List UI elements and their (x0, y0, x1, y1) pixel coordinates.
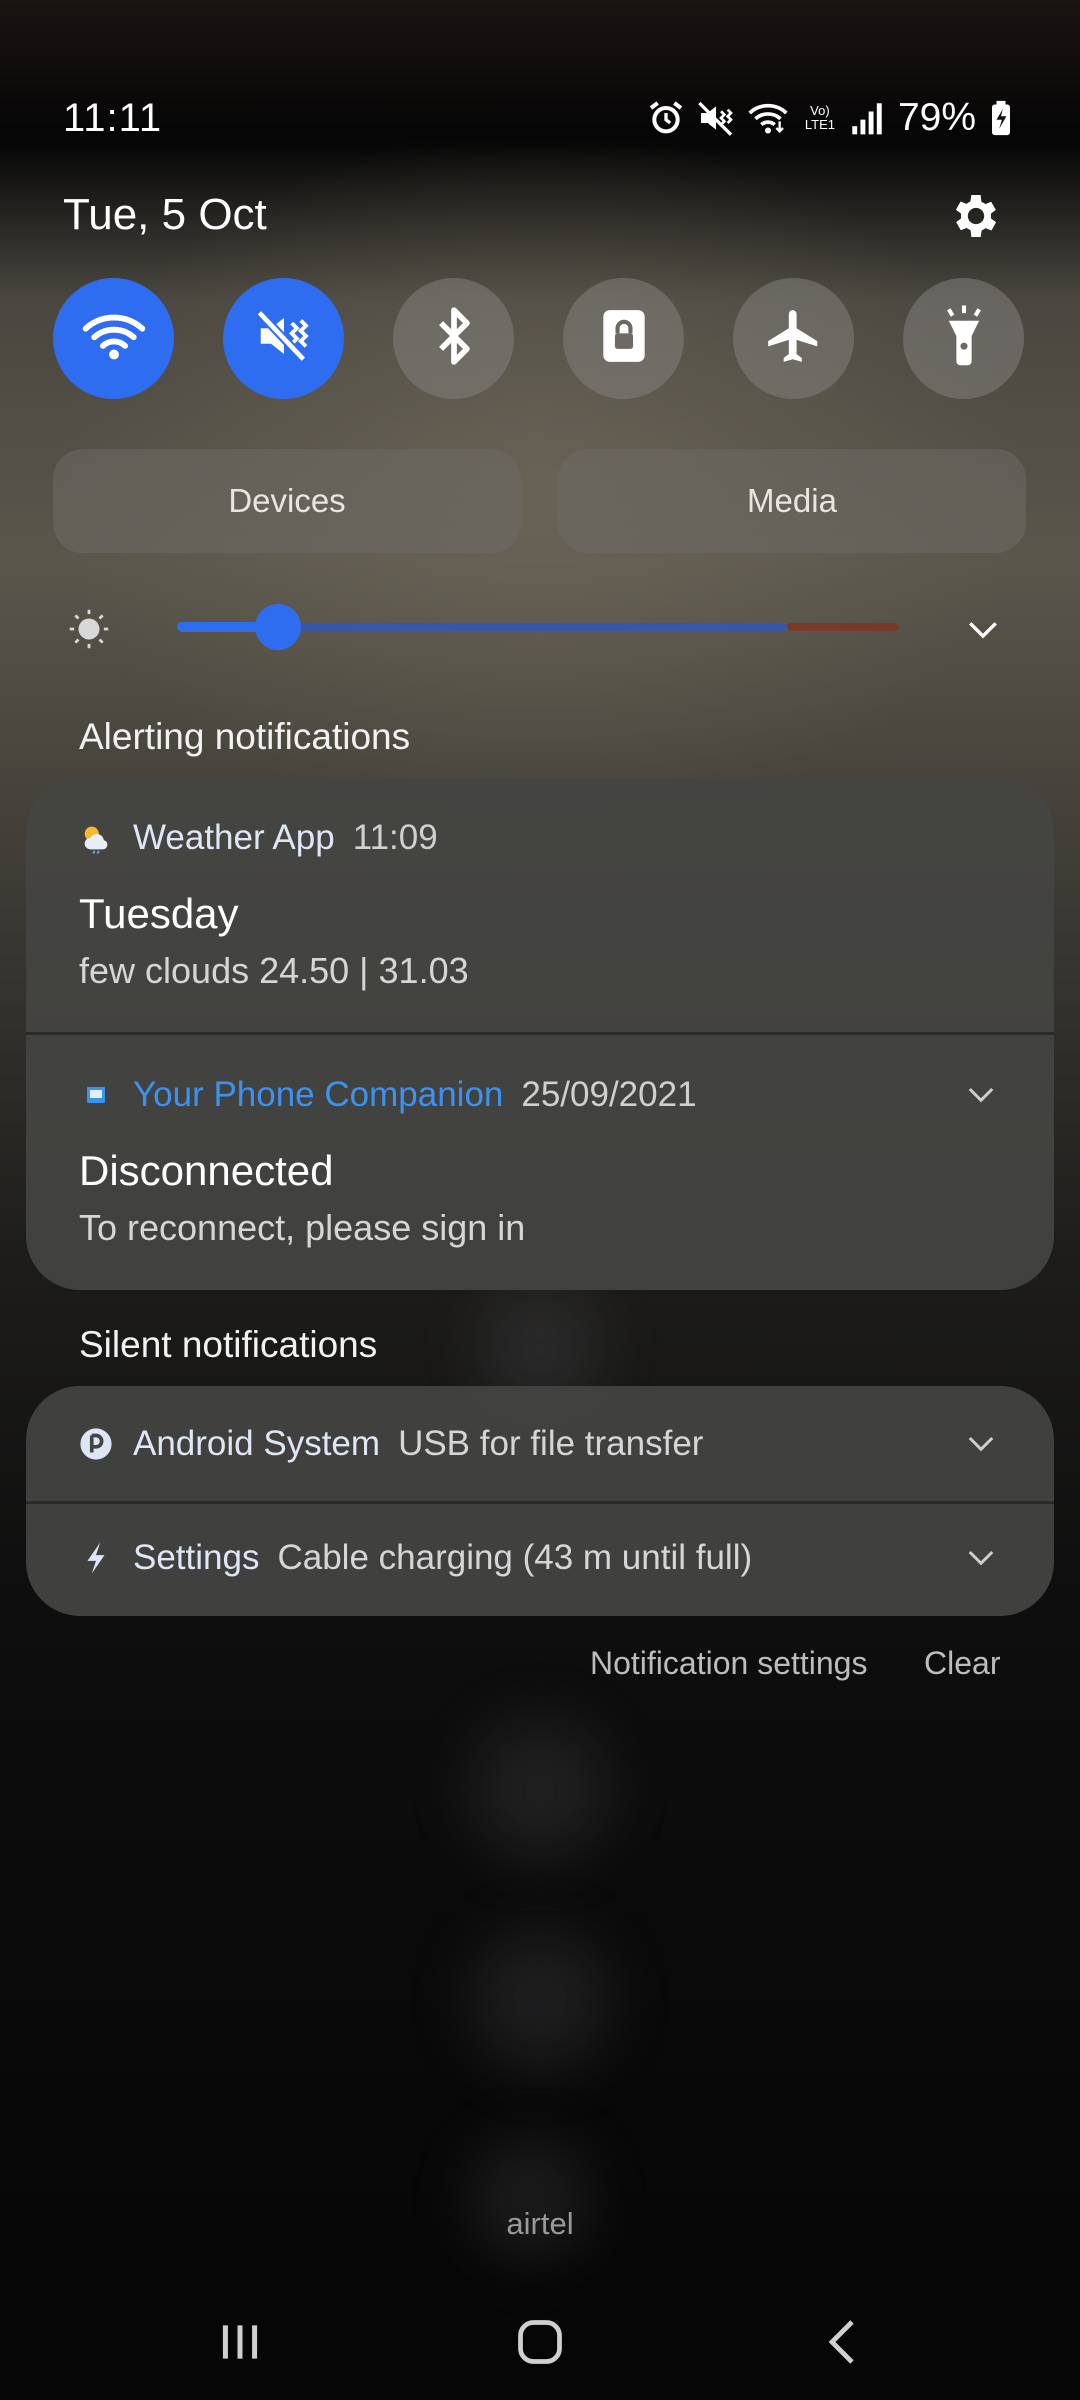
notification-text: USB for file transfer (398, 1424, 704, 1463)
silent-notifications-card: Android System USB for file transfer Set… (26, 1386, 1054, 1616)
media-button[interactable]: Media (558, 449, 1026, 553)
clear-button[interactable]: Clear (924, 1645, 1000, 1682)
carrier-label: airtel (506, 2206, 574, 2241)
notification-text: To reconnect, please sign in (79, 1207, 526, 1248)
status-icons: Vo) LTE1 79% (646, 96, 1012, 140)
app-name: Settings (133, 1538, 260, 1577)
tile-wifi[interactable] (53, 278, 174, 399)
notification-settings-button[interactable]: Notification settings (590, 1645, 867, 1682)
mute-icon (253, 305, 315, 372)
alerting-notifications-card: Weather App 11:09 Tuesday few clouds 24.… (26, 778, 1054, 1290)
signal-icon (850, 100, 884, 136)
tile-bluetooth[interactable] (393, 278, 514, 399)
tile-flashlight[interactable] (903, 278, 1024, 399)
status-bar: 11:11 Vo) LTE1 79% (0, 82, 1080, 162)
wifi-icon (746, 98, 790, 138)
brightness-slider-thumb[interactable] (255, 604, 302, 650)
tile-lock[interactable] (563, 278, 684, 399)
volte-icon: Vo) LTE1 (804, 103, 835, 132)
battery-charging-icon (990, 100, 1012, 136)
tile-sound[interactable] (223, 278, 344, 399)
recent-apps-icon[interactable] (210, 2312, 270, 2372)
weather-icon (79, 821, 113, 855)
notification-title: Disconnected (79, 1147, 334, 1194)
notification-time: 11:09 (352, 818, 438, 857)
silent-notifications-heading: Silent notifications (79, 1324, 378, 1365)
notification-weather[interactable]: Weather App 11:09 Tuesday few clouds 24.… (26, 778, 1054, 1034)
expand-chevron-icon[interactable] (966, 1428, 996, 1458)
notification-text: few clouds 24.50 | 31.03 (79, 950, 469, 991)
date: Tue, 5 Oct (63, 190, 267, 239)
mute-vibrate-icon (696, 98, 736, 138)
notification-header: Android System USB for file transfer (79, 1424, 703, 1464)
brightness-slider-extra (787, 623, 899, 631)
home-icon[interactable] (510, 2312, 570, 2372)
alerting-notifications-heading: Alerting notifications (79, 716, 411, 757)
notification-header: Your Phone Companion 25/09/2021 (79, 1075, 697, 1115)
notification-time: 25/09/2021 (521, 1075, 697, 1114)
lock-icon (596, 305, 652, 372)
wifi-icon (82, 308, 146, 369)
app-name: Your Phone Companion (133, 1075, 504, 1114)
clock: 11:11 (63, 96, 163, 140)
notification-android-system[interactable]: Android System USB for file transfer (26, 1386, 1054, 1501)
background-blur (470, 1930, 610, 2070)
notification-text: Cable charging (43 m until full) (277, 1538, 753, 1577)
airplane-icon (763, 305, 825, 372)
expand-chevron-icon[interactable] (966, 1542, 996, 1572)
phone-companion-icon (79, 1078, 113, 1112)
notification-header: Settings Cable charging (43 m until full… (79, 1538, 752, 1578)
devices-button[interactable]: Devices (53, 449, 521, 553)
brightness-expand-chevron-icon[interactable] (966, 612, 1000, 646)
notification-settings-charging[interactable]: Settings Cable charging (43 m until full… (26, 1504, 1054, 1616)
android-system-icon (79, 1427, 113, 1461)
app-name: Android System (133, 1424, 381, 1463)
bluetooth-icon (427, 305, 481, 372)
tile-airplane[interactable] (733, 278, 854, 399)
battery-percentage: 79% (897, 96, 976, 139)
charging-bolt-icon (79, 1541, 113, 1575)
notification-header: Weather App 11:09 (79, 818, 438, 858)
background-blur (470, 2140, 590, 2260)
back-icon[interactable] (814, 2312, 874, 2372)
background-blur (470, 1720, 610, 1860)
expand-chevron-icon[interactable] (966, 1079, 996, 1109)
brightness-sun-icon (68, 608, 110, 650)
flashlight-icon (937, 303, 991, 374)
notification-phone-companion[interactable]: Your Phone Companion 25/09/2021 Disconne… (26, 1035, 1054, 1290)
navigation-bar (0, 2300, 1080, 2380)
alarm-icon (646, 98, 686, 138)
app-name: Weather App (133, 818, 335, 857)
quick-settings-tiles (53, 278, 1024, 400)
settings-gear-icon[interactable] (948, 188, 1004, 244)
notification-title: Tuesday (79, 890, 239, 937)
